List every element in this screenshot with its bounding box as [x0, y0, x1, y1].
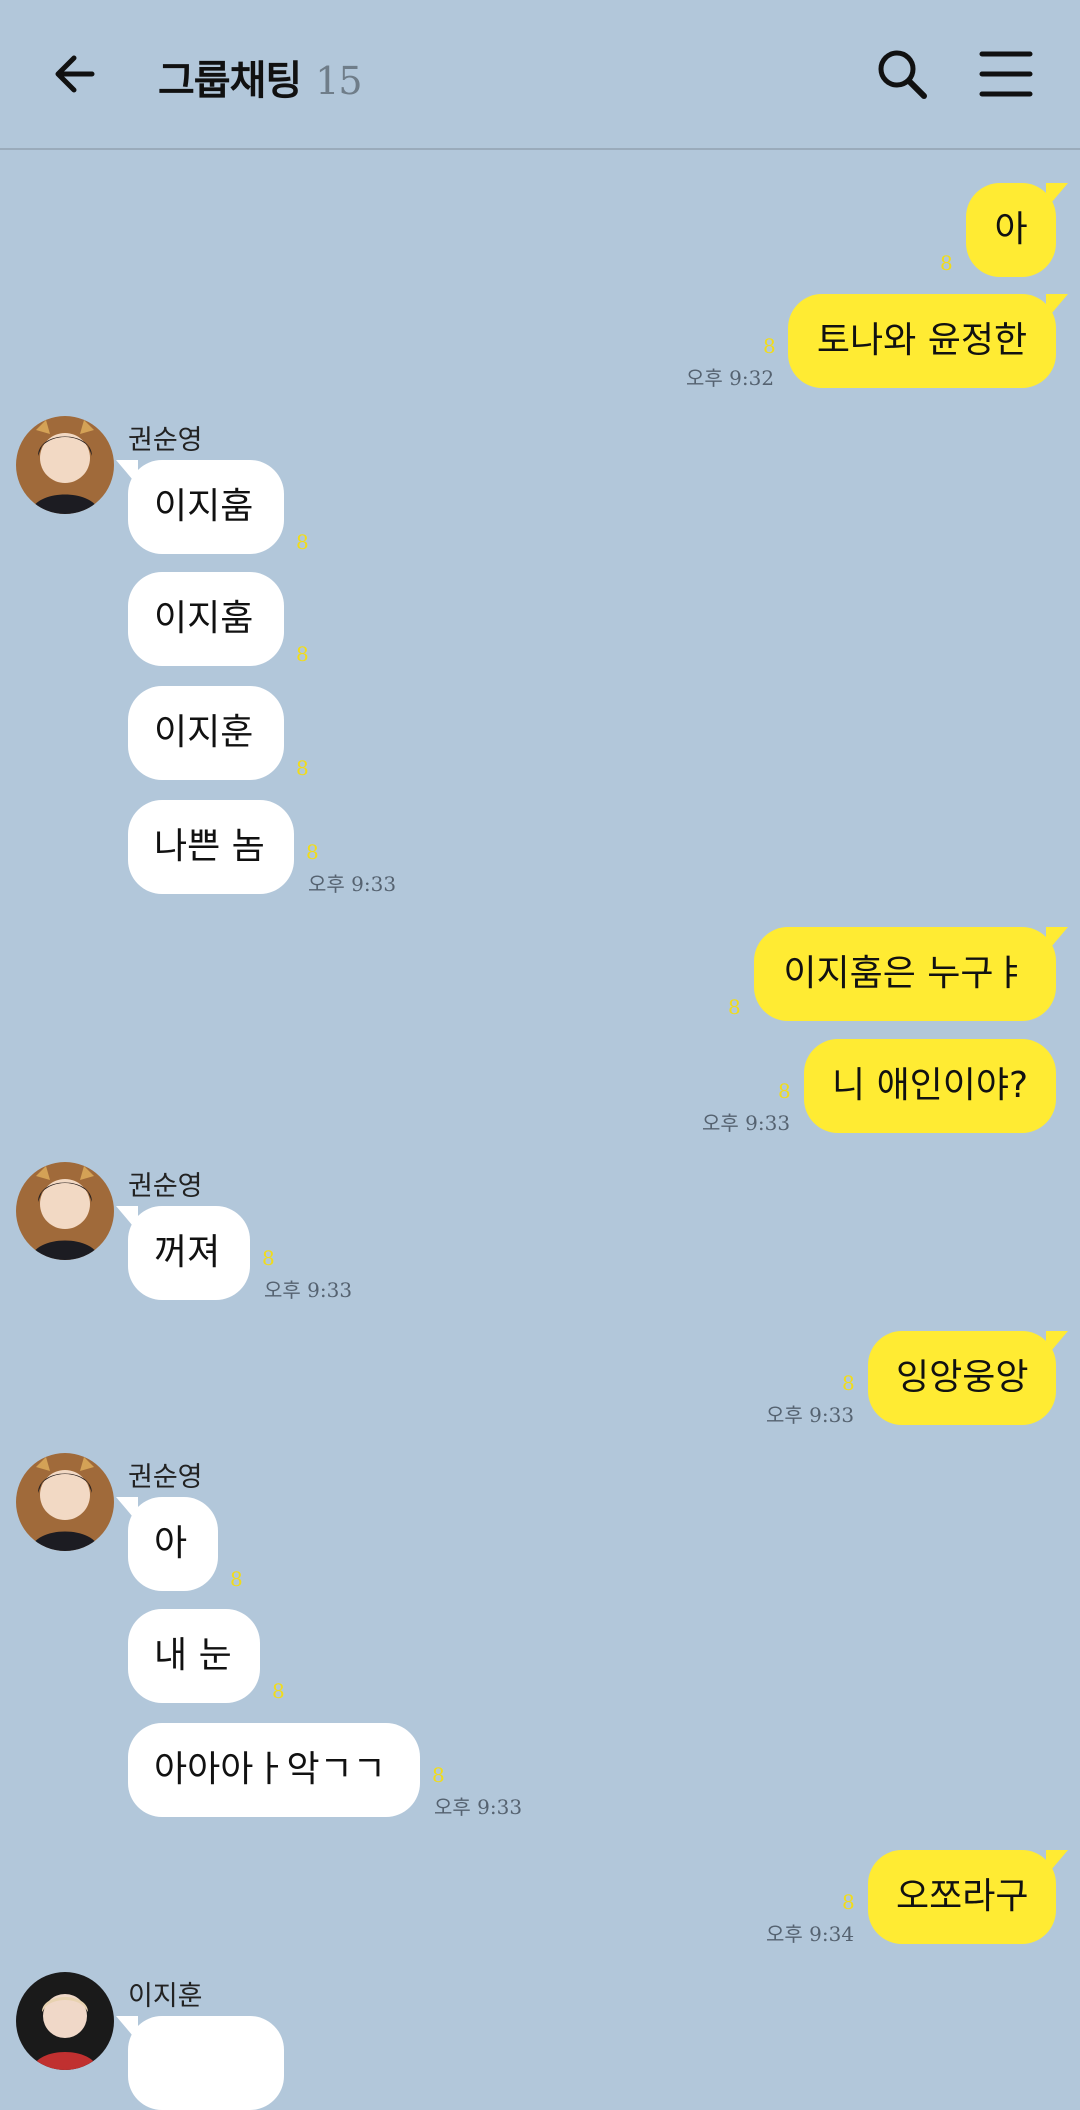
message-time: 오후 9:33	[308, 872, 397, 896]
message-text: 이지훔	[154, 598, 254, 639]
other-message-bubble[interactable]: 이지훔	[128, 572, 284, 666]
search-button[interactable]	[872, 44, 932, 104]
avatar[interactable]	[16, 1453, 114, 1551]
message-text: 아	[994, 209, 1028, 250]
bubble-tail	[116, 460, 138, 486]
back-arrow-icon	[55, 55, 95, 93]
unread-count: 8	[763, 334, 776, 358]
unread-count: 8	[230, 1567, 243, 1591]
member-count: 15	[315, 59, 362, 103]
bubble-tail	[1046, 183, 1068, 209]
other-message-bubble[interactable]: 아아아ㅏ악ㄱㄱ	[128, 1723, 420, 1817]
other-message-bubble[interactable]: 나쁜 놈	[128, 800, 294, 894]
message-time: 오후 9:33	[434, 1795, 523, 1819]
message-text: 이지훈	[154, 712, 254, 753]
my-message-bubble[interactable]: 아	[966, 183, 1068, 277]
unread-count: 8	[306, 840, 319, 864]
chat-title: 그룹채팅 15	[158, 48, 363, 106]
bubble-tail	[1046, 294, 1068, 320]
sender-name: 권순영	[128, 1171, 203, 1202]
avatar[interactable]	[16, 416, 114, 514]
chat-room-name: 그룹채팅	[158, 58, 302, 104]
other-message-bubble[interactable]: 아	[116, 1497, 218, 1591]
message-text: 꺼져	[154, 1232, 221, 1273]
my-message-bubble[interactable]: 이지훔은 누구ㅑ	[754, 927, 1068, 1021]
avatar[interactable]	[16, 1162, 114, 1260]
my-message-bubble[interactable]: 토나와 윤정한	[788, 294, 1068, 388]
unread-count: 8	[842, 1890, 855, 1914]
bubble-tail	[116, 2016, 138, 2042]
message-text: 니 애인이야?	[832, 1065, 1029, 1106]
bubble-tail	[116, 1497, 138, 1523]
back-button[interactable]	[48, 44, 108, 104]
sender-name: 권순영	[128, 1462, 203, 1493]
avatar-image	[16, 416, 114, 514]
bubble-tail	[1046, 927, 1068, 953]
message-time: 오후 9:34	[766, 1922, 855, 1946]
search-icon	[878, 50, 927, 99]
unread-count: 8	[728, 995, 741, 1019]
unread-count: 8	[262, 1246, 275, 1270]
sender-name: 이지훈	[128, 1981, 203, 2012]
message-time: 오후 9:33	[766, 1403, 855, 1427]
menu-button[interactable]	[978, 48, 1034, 100]
my-message-bubble[interactable]: 잉앙웅앙	[868, 1331, 1068, 1425]
message-text: 나쁜 놈	[154, 826, 265, 867]
unread-count: 8	[842, 1371, 855, 1395]
message-text: 이지훔	[154, 486, 254, 527]
other-message-bubble[interactable]: 내 눈	[128, 1609, 260, 1703]
my-message-bubble[interactable]: 니 애인이야?	[804, 1039, 1056, 1133]
avatar[interactable]	[16, 1972, 114, 2070]
message-text: 아아아ㅏ악ㄱㄱ	[154, 1749, 386, 1790]
unread-count: 8	[296, 530, 309, 554]
message-text: 아	[154, 1523, 188, 1564]
message-text: 이지훔은 누구ㅑ	[783, 953, 1027, 994]
bubble-tail	[1046, 1331, 1068, 1357]
message-time: 오후 9:33	[702, 1111, 791, 1135]
avatar-image	[16, 1162, 114, 1260]
menu-icon	[979, 51, 1033, 97]
sender-name: 권순영	[128, 425, 203, 456]
other-message-bubble[interactable]: 이지훈	[128, 686, 284, 780]
my-message-bubble[interactable]: 오쪼라구	[868, 1850, 1068, 1944]
message-text: 잉앙웅앙	[896, 1357, 1029, 1398]
other-message-bubble[interactable]	[116, 2016, 284, 2110]
unread-count: 8	[432, 1763, 445, 1787]
unread-count: 8	[296, 642, 309, 666]
unread-count: 8	[778, 1079, 791, 1103]
message-time: 오후 9:33	[264, 1278, 353, 1302]
bubble-tail	[116, 1206, 138, 1232]
bubble-tail	[1046, 1850, 1068, 1876]
unread-count: 8	[940, 251, 953, 275]
message-text: 오쪼라구	[896, 1876, 1029, 1917]
message-text: 내 눈	[154, 1635, 232, 1676]
unread-count: 8	[296, 756, 309, 780]
message-time: 오후 9:32	[686, 366, 775, 390]
chat-header: 그룹채팅 15	[0, 0, 1080, 150]
other-message-bubble[interactable]: 꺼져	[116, 1206, 250, 1300]
avatar-image	[16, 1972, 114, 2070]
other-message-bubble[interactable]: 이지훔	[116, 460, 284, 554]
unread-count: 8	[272, 1679, 285, 1703]
message-text: 토나와 윤정한	[816, 320, 1028, 361]
avatar-image	[16, 1453, 114, 1551]
